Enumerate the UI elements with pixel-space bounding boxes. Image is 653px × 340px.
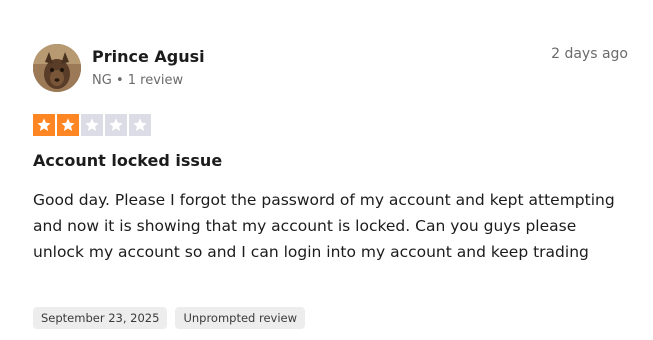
star-filled-icon xyxy=(33,114,55,136)
review-body: Good day. Please I forgot the password o… xyxy=(33,191,615,261)
meta-separator: • xyxy=(115,73,124,88)
star-empty-icon xyxy=(129,114,151,136)
review-title: Account locked issue xyxy=(33,151,223,170)
reviewer-meta: NG • 1 review xyxy=(92,73,183,88)
star-empty-icon xyxy=(81,114,103,136)
star-empty-icon xyxy=(105,114,127,136)
avatar-photo-icon xyxy=(33,44,81,92)
reviewer-country: NG xyxy=(92,73,112,88)
reviewer-name[interactable]: Prince Agusi xyxy=(92,47,205,66)
reviewer-review-count: 1 review xyxy=(127,73,184,88)
avatar[interactable] xyxy=(33,44,81,92)
review-card: Prince Agusi NG • 1 review 2 days ago Ac… xyxy=(0,0,653,340)
experience-date-tag: September 23, 2025 xyxy=(33,307,168,329)
star-rating xyxy=(33,114,151,136)
unprompted-review-tag[interactable]: Unprompted review xyxy=(175,307,306,329)
star-filled-icon xyxy=(57,114,79,136)
review-posted-date: 2 days ago xyxy=(551,46,628,62)
review-tags: September 23, 2025 Unprompted review xyxy=(33,307,306,329)
